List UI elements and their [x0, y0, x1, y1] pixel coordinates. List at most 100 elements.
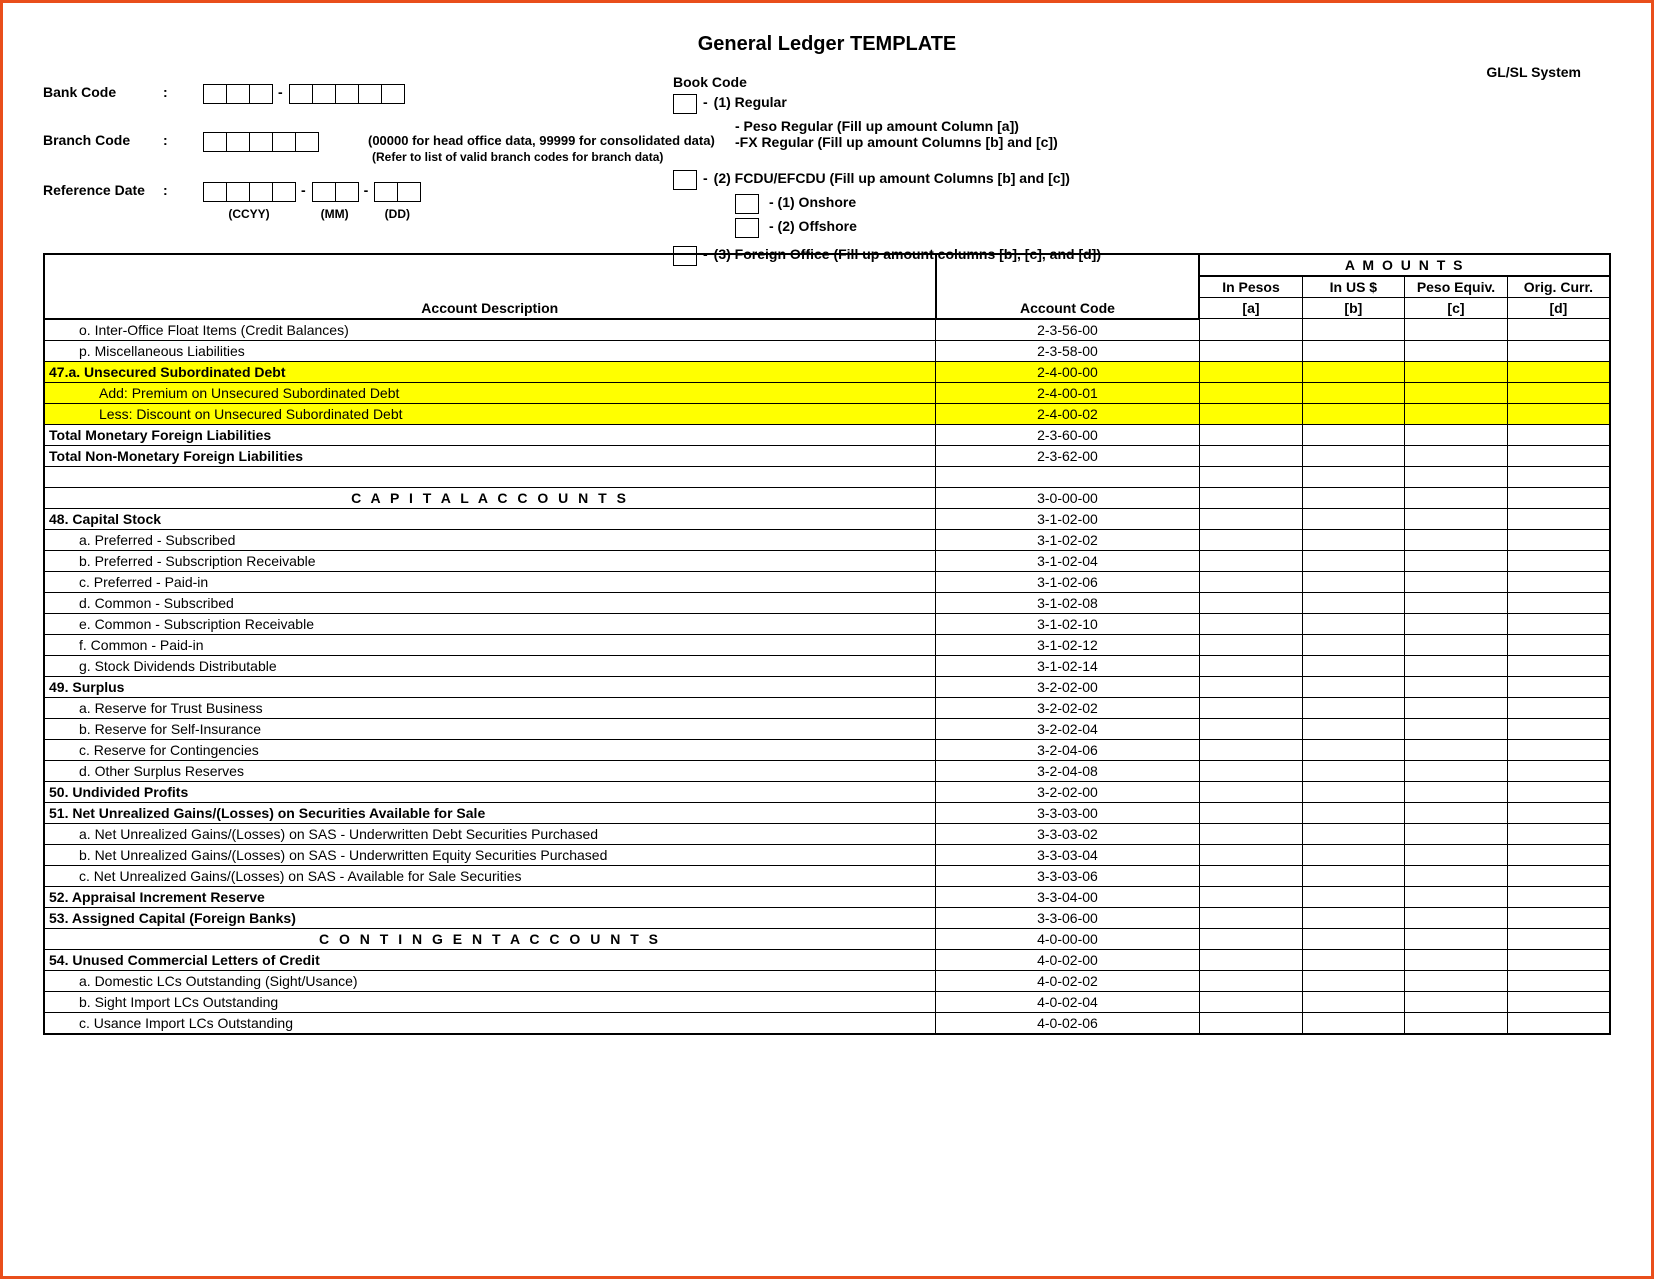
cell-amount[interactable] — [1405, 844, 1508, 865]
book-code-box-3[interactable] — [673, 246, 697, 266]
cell-amount[interactable] — [1507, 613, 1610, 634]
cell-amount[interactable] — [1302, 382, 1405, 403]
cell-amount[interactable] — [1199, 550, 1302, 571]
cell-amount[interactable] — [1507, 571, 1610, 592]
book-code-box-2[interactable] — [673, 170, 697, 190]
branch-code-input[interactable] — [203, 132, 318, 152]
ref-date-ccyy[interactable] — [203, 182, 295, 202]
cell-amount[interactable] — [1507, 319, 1610, 341]
cell-amount[interactable] — [1302, 823, 1405, 844]
cell-amount[interactable] — [1302, 529, 1405, 550]
cell-amount[interactable] — [1199, 361, 1302, 382]
cell-amount[interactable] — [1405, 508, 1508, 529]
cell-amount[interactable] — [1199, 592, 1302, 613]
cell-amount[interactable] — [1507, 487, 1610, 508]
cell-amount[interactable] — [1199, 382, 1302, 403]
cell-amount[interactable] — [1199, 718, 1302, 739]
cell-amount[interactable] — [1302, 970, 1405, 991]
cell-amount[interactable] — [1302, 445, 1405, 466]
cell-amount[interactable] — [1507, 361, 1610, 382]
cell-amount[interactable] — [1405, 445, 1508, 466]
cell-amount[interactable] — [1302, 865, 1405, 886]
cell-amount[interactable] — [1199, 529, 1302, 550]
cell-amount[interactable] — [1199, 340, 1302, 361]
cell-amount[interactable] — [1405, 571, 1508, 592]
cell-amount[interactable] — [1199, 403, 1302, 424]
cell-amount[interactable] — [1199, 823, 1302, 844]
cell-amount[interactable] — [1199, 991, 1302, 1012]
cell-amount[interactable] — [1405, 823, 1508, 844]
cell-amount[interactable] — [1302, 634, 1405, 655]
cell-amount[interactable] — [1507, 676, 1610, 697]
cell-amount[interactable] — [1507, 928, 1610, 949]
cell-amount[interactable] — [1199, 508, 1302, 529]
cell-amount[interactable] — [1199, 907, 1302, 928]
cell-amount[interactable] — [1507, 760, 1610, 781]
cell-amount[interactable] — [1302, 550, 1405, 571]
cell-amount[interactable] — [1507, 1012, 1610, 1034]
cell-amount[interactable] — [1199, 466, 1302, 487]
cell-amount[interactable] — [1302, 739, 1405, 760]
cell-amount[interactable] — [1405, 970, 1508, 991]
cell-amount[interactable] — [1302, 340, 1405, 361]
cell-amount[interactable] — [1302, 949, 1405, 970]
cell-amount[interactable] — [1507, 697, 1610, 718]
cell-amount[interactable] — [1302, 718, 1405, 739]
book-code-box-2b[interactable] — [735, 218, 759, 238]
cell-amount[interactable] — [1199, 739, 1302, 760]
cell-amount[interactable] — [1405, 634, 1508, 655]
cell-amount[interactable] — [1302, 466, 1405, 487]
cell-amount[interactable] — [1302, 613, 1405, 634]
cell-amount[interactable] — [1507, 445, 1610, 466]
cell-amount[interactable] — [1507, 823, 1610, 844]
cell-amount[interactable] — [1405, 382, 1508, 403]
cell-amount[interactable] — [1405, 781, 1508, 802]
cell-amount[interactable] — [1199, 571, 1302, 592]
cell-amount[interactable] — [1405, 907, 1508, 928]
cell-amount[interactable] — [1199, 1012, 1302, 1034]
cell-amount[interactable] — [1405, 865, 1508, 886]
cell-amount[interactable] — [1199, 676, 1302, 697]
cell-amount[interactable] — [1507, 466, 1610, 487]
cell-amount[interactable] — [1302, 991, 1405, 1012]
cell-amount[interactable] — [1405, 886, 1508, 907]
cell-amount[interactable] — [1405, 676, 1508, 697]
cell-amount[interactable] — [1507, 949, 1610, 970]
cell-amount[interactable] — [1199, 760, 1302, 781]
cell-amount[interactable] — [1199, 424, 1302, 445]
cell-amount[interactable] — [1302, 676, 1405, 697]
cell-amount[interactable] — [1199, 865, 1302, 886]
cell-amount[interactable] — [1302, 655, 1405, 676]
cell-amount[interactable] — [1405, 760, 1508, 781]
cell-amount[interactable] — [1405, 340, 1508, 361]
cell-amount[interactable] — [1507, 529, 1610, 550]
ref-date-dd[interactable] — [374, 182, 420, 202]
cell-amount[interactable] — [1302, 508, 1405, 529]
book-code-box-2a[interactable] — [735, 194, 759, 214]
cell-amount[interactable] — [1302, 361, 1405, 382]
cell-amount[interactable] — [1199, 655, 1302, 676]
cell-amount[interactable] — [1199, 613, 1302, 634]
cell-amount[interactable] — [1405, 718, 1508, 739]
cell-amount[interactable] — [1507, 634, 1610, 655]
cell-amount[interactable] — [1199, 487, 1302, 508]
cell-amount[interactable] — [1199, 445, 1302, 466]
cell-amount[interactable] — [1302, 424, 1405, 445]
cell-amount[interactable] — [1405, 361, 1508, 382]
cell-amount[interactable] — [1405, 739, 1508, 760]
cell-amount[interactable] — [1507, 907, 1610, 928]
cell-amount[interactable] — [1405, 529, 1508, 550]
cell-amount[interactable] — [1507, 886, 1610, 907]
cell-amount[interactable] — [1405, 487, 1508, 508]
cell-amount[interactable] — [1507, 802, 1610, 823]
cell-amount[interactable] — [1405, 697, 1508, 718]
cell-amount[interactable] — [1507, 865, 1610, 886]
cell-amount[interactable] — [1507, 781, 1610, 802]
cell-amount[interactable] — [1507, 655, 1610, 676]
cell-amount[interactable] — [1405, 550, 1508, 571]
cell-amount[interactable] — [1302, 319, 1405, 341]
cell-amount[interactable] — [1507, 592, 1610, 613]
book-code-box-1[interactable] — [673, 94, 697, 114]
cell-amount[interactable] — [1199, 949, 1302, 970]
cell-amount[interactable] — [1405, 424, 1508, 445]
